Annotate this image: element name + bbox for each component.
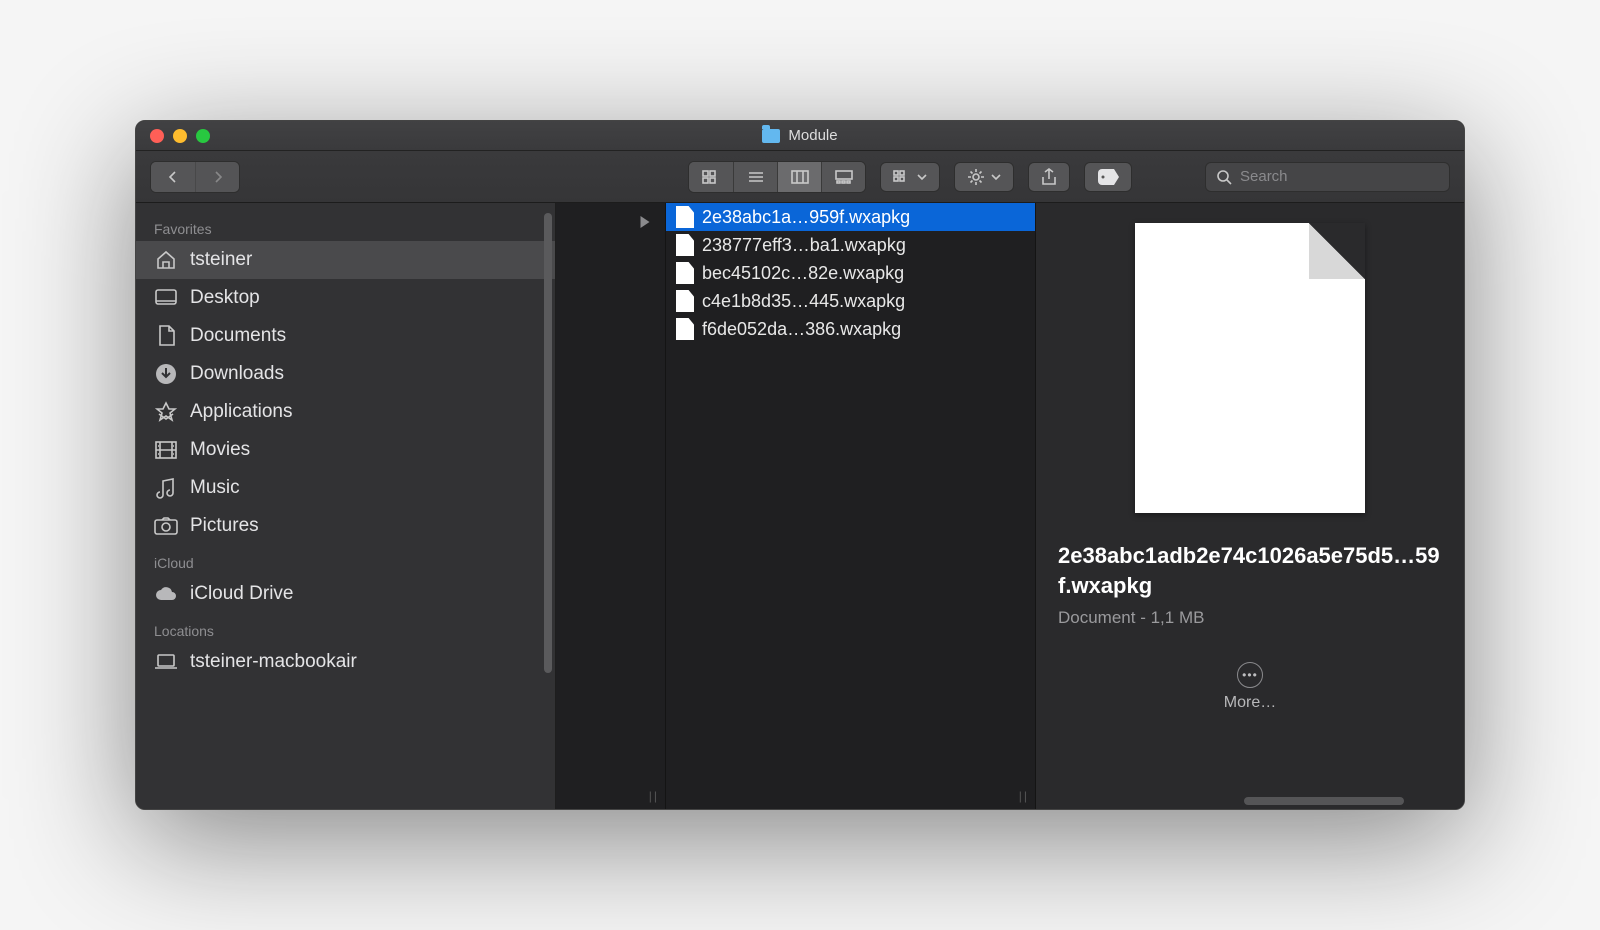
- back-button[interactable]: [151, 162, 195, 192]
- sidebar-item-label: Music: [190, 477, 240, 499]
- more-button[interactable]: ••• More…: [1224, 662, 1276, 712]
- sidebar-item-label: Applications: [190, 401, 292, 423]
- share-icon: [1041, 168, 1057, 186]
- sidebar-item-pictures[interactable]: Pictures: [136, 507, 555, 545]
- file-row[interactable]: 2e38abc1a…959f.wxapkg: [666, 203, 1035, 231]
- sidebar-item-applications[interactable]: Applications: [136, 393, 555, 431]
- search-field[interactable]: [1205, 162, 1450, 192]
- gear-icon: [967, 168, 985, 186]
- sidebar-section-icloud: iCloud: [136, 545, 555, 575]
- applications-icon: [154, 402, 178, 422]
- sidebar-item-label: tsteiner: [190, 249, 252, 271]
- sidebar-item-movies[interactable]: Movies: [136, 431, 555, 469]
- search-icon: [1216, 169, 1232, 185]
- forward-button[interactable]: [195, 162, 239, 192]
- arrange-button[interactable]: [880, 162, 940, 192]
- view-column-button[interactable]: [777, 162, 821, 192]
- column-browser: || 2e38abc1a…959f.wxapkg 238777eff3…ba1.…: [556, 203, 1464, 809]
- sidebar-item-label: Desktop: [190, 287, 260, 309]
- preview-thumbnail: [1135, 223, 1365, 513]
- tag-icon: [1097, 169, 1119, 185]
- sidebar-item-downloads[interactable]: Downloads: [136, 355, 555, 393]
- sidebar-item-computer[interactable]: tsteiner-macbookair: [136, 643, 555, 681]
- file-name: 238777eff3…ba1.wxapkg: [702, 235, 906, 256]
- movies-icon: [154, 440, 178, 460]
- file-row[interactable]: c4e1b8d35…445.wxapkg: [666, 287, 1035, 315]
- sidebar-item-label: Downloads: [190, 363, 284, 385]
- document-icon: [676, 262, 694, 284]
- cloud-icon: [154, 584, 178, 604]
- document-icon: [676, 290, 694, 312]
- sidebar-item-music[interactable]: Music: [136, 469, 555, 507]
- preview-pane: 2e38abc1adb2e74c1026a5e75d5…59f.wxapkg D…: [1036, 203, 1464, 809]
- sidebar-item-label: tsteiner-macbookair: [190, 651, 357, 673]
- sidebar-item-label: iCloud Drive: [190, 583, 293, 605]
- share-button[interactable]: [1028, 162, 1070, 192]
- sidebar-item-label: Movies: [190, 439, 250, 461]
- view-icon-button[interactable]: [689, 162, 733, 192]
- document-icon: [676, 318, 694, 340]
- sidebar-item-desktop[interactable]: Desktop: [136, 279, 555, 317]
- sidebar-item-icloud-drive[interactable]: iCloud Drive: [136, 575, 555, 613]
- sidebar-section-locations: Locations: [136, 613, 555, 643]
- sidebar-scrollbar[interactable]: [544, 213, 552, 673]
- pictures-icon: [154, 516, 178, 536]
- music-icon: [154, 478, 178, 498]
- finder-window: Module: [135, 120, 1465, 810]
- view-mode-group: [688, 161, 866, 193]
- action-button[interactable]: [954, 162, 1014, 192]
- documents-icon: [154, 326, 178, 346]
- file-name: bec45102c…82e.wxapkg: [702, 263, 904, 284]
- search-input[interactable]: [1240, 168, 1439, 185]
- tags-button[interactable]: [1084, 162, 1132, 192]
- laptop-icon: [154, 652, 178, 672]
- window-title: Module: [788, 127, 837, 144]
- disclosure-triangle-icon: [636, 213, 654, 231]
- toolbar: [136, 151, 1464, 203]
- file-row[interactable]: f6de052da…386.wxapkg: [666, 315, 1035, 343]
- more-label: More…: [1224, 694, 1276, 712]
- desktop-icon: [154, 288, 178, 308]
- chevron-down-icon: [991, 173, 1001, 181]
- sidebar-item-home[interactable]: tsteiner: [136, 241, 555, 279]
- file-name: f6de052da…386.wxapkg: [702, 319, 901, 340]
- titlebar: Module: [136, 121, 1464, 151]
- sidebar-section-favorites: Favorites: [136, 211, 555, 241]
- file-row[interactable]: bec45102c…82e.wxapkg: [666, 259, 1035, 287]
- sidebar: Favorites tsteiner Desktop Documents Dow…: [136, 203, 556, 809]
- sidebar-item-label: Documents: [190, 325, 286, 347]
- window-controls: [136, 129, 210, 143]
- column-parent[interactable]: ||: [556, 203, 666, 809]
- preview-filename: 2e38abc1adb2e74c1026a5e75d5…59f.wxapkg: [1058, 541, 1442, 600]
- window-body: Favorites tsteiner Desktop Documents Dow…: [136, 203, 1464, 809]
- sidebar-item-label: Pictures: [190, 515, 259, 537]
- nav-buttons: [150, 161, 240, 193]
- file-name: 2e38abc1a…959f.wxapkg: [702, 207, 910, 228]
- sidebar-item-documents[interactable]: Documents: [136, 317, 555, 355]
- document-icon: [676, 234, 694, 256]
- preview-scrollbar[interactable]: [1244, 797, 1404, 805]
- folder-icon: [762, 129, 780, 143]
- minimize-button[interactable]: [173, 129, 187, 143]
- preview-meta: Document - 1,1 MB: [1058, 608, 1442, 628]
- downloads-icon: [154, 364, 178, 384]
- column-resize-handle[interactable]: ||: [649, 789, 659, 803]
- file-name: c4e1b8d35…445.wxapkg: [702, 291, 905, 312]
- close-button[interactable]: [150, 129, 164, 143]
- document-icon: [676, 206, 694, 228]
- view-list-button[interactable]: [733, 162, 777, 192]
- column-resize-handle[interactable]: ||: [1019, 789, 1029, 803]
- more-icon: •••: [1237, 662, 1263, 688]
- chevron-down-icon: [917, 173, 927, 181]
- home-icon: [154, 250, 178, 270]
- file-row[interactable]: 238777eff3…ba1.wxapkg: [666, 231, 1035, 259]
- maximize-button[interactable]: [196, 129, 210, 143]
- view-gallery-button[interactable]: [821, 162, 865, 192]
- column-files: 2e38abc1a…959f.wxapkg 238777eff3…ba1.wxa…: [666, 203, 1036, 809]
